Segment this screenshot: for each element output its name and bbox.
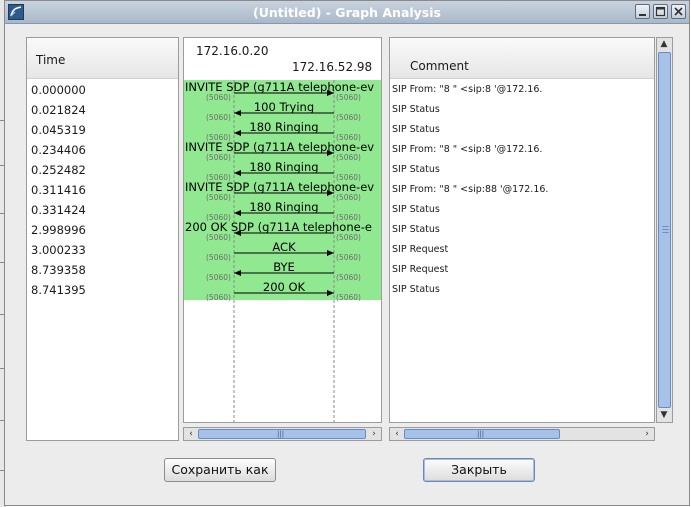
port-label-right: (5060)	[336, 233, 361, 242]
time-row[interactable]: 2.998996	[31, 223, 86, 237]
comment-row[interactable]: SIP Status	[392, 284, 440, 295]
port-label-left: (5060)	[206, 293, 231, 302]
close-icon	[674, 7, 683, 16]
vertical-scroll-thumb[interactable]: — — —	[658, 52, 671, 408]
time-row[interactable]: 0.000000	[31, 83, 86, 97]
message-label: 200 OK SDP (g711A telephone-e	[185, 220, 372, 234]
message-label: INVITE SDP (g711A telephone-ev	[185, 140, 374, 154]
time-row[interactable]: 0.252482	[31, 163, 86, 177]
comment-horizontal-scrollbar[interactable]: ‹ ||| ›	[389, 427, 655, 441]
graph-pane[interactable]: 172.16.0.20 172.16.52.98 INVITE SDP (g71…	[183, 37, 382, 423]
time-row[interactable]: 0.311416	[31, 183, 86, 197]
port-label-right: (5060)	[336, 293, 361, 302]
port-label-left: (5060)	[206, 113, 231, 122]
time-row[interactable]: 8.739358	[31, 263, 86, 277]
window-title: (Untitled) - Graph Analysis	[253, 5, 441, 20]
maximize-button[interactable]	[653, 4, 668, 19]
comment-row[interactable]: SIP From: "8 " <sip:88 '@172.16.	[392, 184, 548, 195]
comment-column-pane[interactable]: Comment SIP From: "8 " <sip:8 '@172.16. S…	[389, 37, 655, 423]
maximize-icon	[655, 6, 666, 17]
time-row[interactable]: 0.234406	[31, 143, 86, 157]
flow-graph: INVITE SDP (g711A telephone-ev(5060) (506…	[184, 80, 381, 422]
grip-icon: |||	[277, 430, 285, 438]
message-label: 180 Ringing	[249, 120, 318, 134]
port-label-right: (5060)	[336, 93, 361, 102]
comment-header-label: Comment	[410, 59, 469, 73]
minimize-button[interactable]	[635, 4, 650, 19]
comment-row[interactable]: SIP Status	[392, 124, 440, 135]
port-label-right: (5060)	[336, 273, 361, 282]
time-row[interactable]: 0.045319	[31, 123, 86, 137]
scroll-right-arrow-icon[interactable]: ›	[368, 428, 380, 440]
scroll-down-arrow-icon[interactable]: ▼	[658, 409, 670, 421]
graph-horizontal-scrollbar[interactable]: ‹ ||| ›	[183, 427, 382, 441]
port-label-left: (5060)	[206, 193, 231, 202]
message-label: ACK	[272, 240, 296, 254]
comment-row[interactable]: SIP From: "8 " <sip:8 '@172.16.	[392, 144, 542, 155]
comment-row[interactable]: SIP Status	[392, 224, 440, 235]
grip-icon: |||	[477, 430, 485, 438]
message-label: 180 Ringing	[249, 160, 318, 174]
scroll-right-arrow-icon[interactable]: ›	[641, 428, 653, 440]
port-label-right: (5060)	[336, 193, 361, 202]
port-label-left: (5060)	[206, 273, 231, 282]
scroll-left-arrow-icon[interactable]: ‹	[391, 428, 403, 440]
time-row[interactable]: 0.021824	[31, 103, 86, 117]
comment-row[interactable]: SIP Status	[392, 164, 440, 175]
port-label-left: (5060)	[206, 233, 231, 242]
message-label: BYE	[273, 260, 295, 274]
port-label-right: (5060)	[336, 153, 361, 162]
time-row[interactable]: 8.741395	[31, 283, 86, 297]
comment-row[interactable]: SIP Status	[392, 204, 440, 215]
grip-icon: — — —	[662, 222, 669, 236]
graph-scroll-thumb[interactable]: |||	[198, 429, 366, 439]
comment-row[interactable]: SIP Request	[392, 264, 448, 275]
comment-scroll-thumb[interactable]: |||	[404, 429, 560, 439]
time-row[interactable]: 3.000233	[31, 243, 86, 257]
port-label-right: (5060)	[336, 253, 361, 262]
time-header-label: Time	[36, 53, 66, 67]
scroll-up-arrow-icon[interactable]: ▲	[658, 38, 670, 50]
message-label: 180 Ringing	[249, 200, 318, 214]
time-row[interactable]: 0.331424	[31, 203, 86, 217]
scroll-left-arrow-icon[interactable]: ‹	[185, 428, 197, 440]
message-label: INVITE SDP (g711A telephone-ev	[185, 80, 374, 94]
comment-row[interactable]: SIP Status	[392, 104, 440, 115]
port-label-left: (5060)	[206, 93, 231, 102]
time-column-header[interactable]: Time	[27, 38, 178, 79]
message-label: INVITE SDP (g711A telephone-ev	[185, 180, 374, 194]
port-label-left: (5060)	[206, 253, 231, 262]
save-as-button[interactable]: Сохранить как	[164, 458, 276, 482]
comment-row[interactable]: SIP From: "8 " <sip:8 '@172.16.	[392, 84, 542, 95]
minimize-icon	[639, 14, 646, 16]
message-label: 100 Trying	[254, 100, 314, 114]
port-label-left: (5060)	[206, 153, 231, 162]
title-bar[interactable]: (Untitled) - Graph Analysis	[5, 1, 689, 24]
close-window-button[interactable]	[671, 4, 686, 19]
port-label-right: (5060)	[336, 113, 361, 122]
comment-row[interactable]: SIP Request	[392, 244, 448, 255]
comment-column-header[interactable]: Comment	[390, 38, 654, 79]
close-button[interactable]: Закрыть	[423, 458, 535, 482]
time-column-pane[interactable]: Time 0.000000 0.021824 0.045319 0.234406 0.2…	[26, 37, 179, 441]
message-label: 200 OK	[263, 280, 306, 294]
vertical-scrollbar[interactable]: ▲ — — — ▼	[656, 37, 673, 423]
graph-analysis-window: (Untitled) - Graph Analysis Time 0.00000…	[4, 0, 690, 506]
